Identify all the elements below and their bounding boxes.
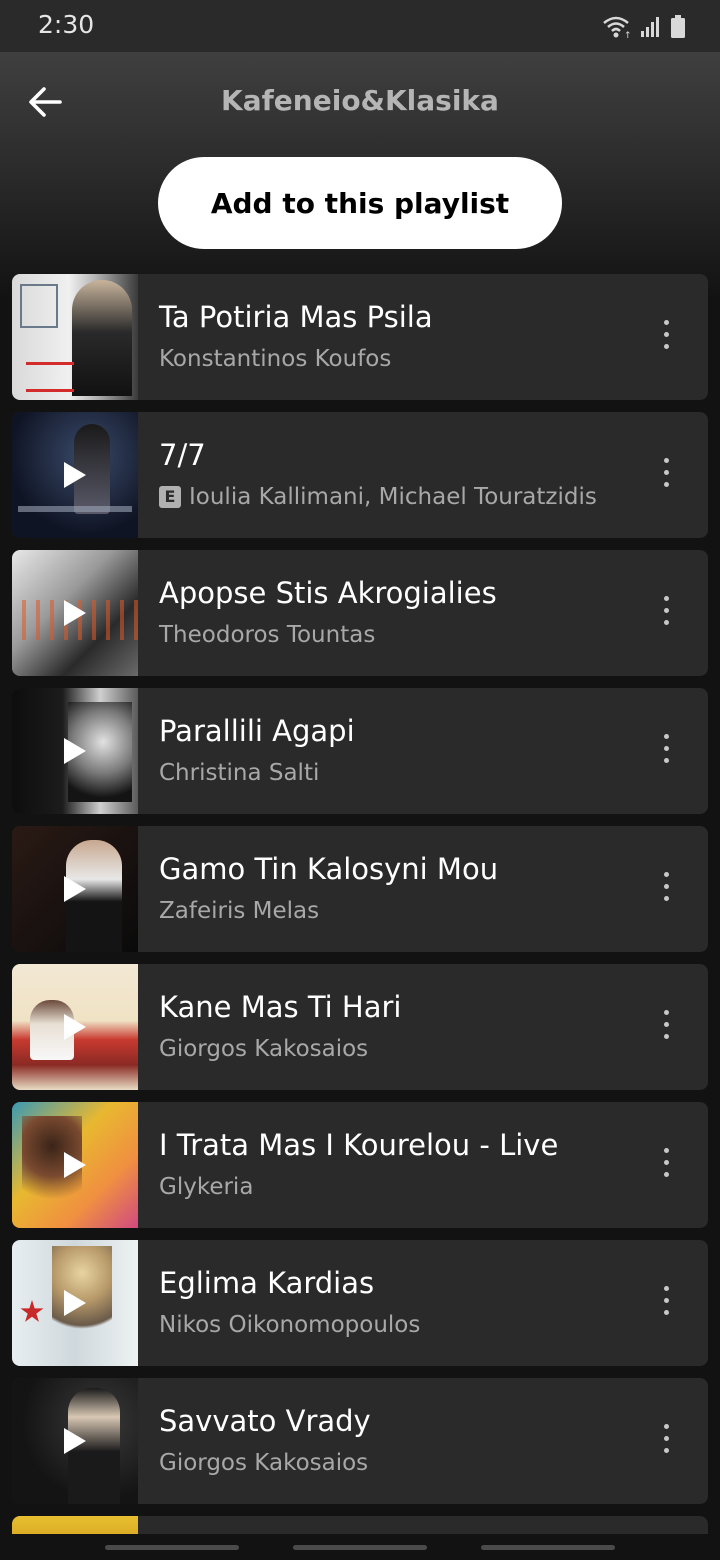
- artist-name: Nikos Oikonomopoulos: [159, 1312, 421, 1338]
- add-to-playlist-button[interactable]: Add to this playlist: [158, 157, 562, 249]
- more-options-icon[interactable]: [654, 1148, 678, 1182]
- artist-name: Konstantinos Koufos: [159, 346, 392, 372]
- more-options-icon[interactable]: [654, 458, 678, 492]
- signal-icon: [641, 17, 659, 37]
- song-artist: Christina Salti: [159, 760, 319, 786]
- artist-name: Ioulia Kallimani, Michael Touratzidis: [189, 484, 597, 510]
- song-row[interactable]: Ta Potiria Mas Psila Konstantinos Koufos: [12, 274, 708, 400]
- song-artist: Nikos Oikonomopoulos: [159, 1312, 420, 1338]
- album-art: [12, 826, 138, 952]
- album-art: [12, 964, 138, 1090]
- play-icon: [64, 876, 86, 902]
- more-options-icon[interactable]: [654, 1286, 678, 1320]
- song-artist: Glykeria: [159, 1174, 253, 1200]
- song-row[interactable]: Savvato Vrady Giorgos Kakosaios: [12, 1378, 708, 1504]
- song-row[interactable]: Parallili Agapi Christina Salti: [12, 688, 708, 814]
- song-title: Parallili Agapi: [159, 714, 355, 748]
- album-art: [12, 688, 138, 814]
- album-art: [12, 412, 138, 538]
- song-row[interactable]: Kane Mas Ti Hari Giorgos Kakosaios: [12, 964, 708, 1090]
- song-row[interactable]: Apopse Stis Akrogialies Theodoros Tounta…: [12, 550, 708, 676]
- song-row[interactable]: Eglima Kardias Nikos Oikonomopoulos: [12, 1240, 708, 1366]
- album-art: [12, 274, 138, 400]
- song-title: Kane Mas Ti Hari: [159, 990, 402, 1024]
- play-icon: [64, 1014, 86, 1040]
- more-options-icon[interactable]: [654, 1424, 678, 1458]
- artist-name: Theodoros Tountas: [159, 622, 376, 648]
- more-options-icon[interactable]: [654, 320, 678, 354]
- song-artist: Zafeiris Melas: [159, 898, 319, 924]
- song-row[interactable]: I Trata Mas I Kourelou - Live Glykeria: [12, 1102, 708, 1228]
- play-icon: [64, 1428, 86, 1454]
- song-title: Savvato Vrady: [159, 1404, 371, 1438]
- play-icon: [64, 738, 86, 764]
- nav-home[interactable]: [293, 1545, 427, 1550]
- svg-text:↑: ↑: [624, 31, 632, 39]
- status-time: 2:30: [38, 10, 95, 39]
- song-title: Ta Potiria Mas Psila: [159, 300, 433, 334]
- song-artist: Giorgos Kakosaios: [159, 1036, 368, 1062]
- nav-back[interactable]: [481, 1545, 615, 1550]
- more-options-icon[interactable]: [654, 872, 678, 906]
- album-art: [12, 550, 138, 676]
- song-artist: Theodoros Tountas: [159, 622, 375, 648]
- artist-name: Zafeiris Melas: [159, 898, 320, 924]
- artist-name: Christina Salti: [159, 760, 320, 786]
- song-artist: Konstantinos Koufos: [159, 346, 391, 372]
- artist-name: Glykeria: [159, 1174, 254, 1200]
- song-title: 7/7: [159, 438, 206, 472]
- song-artist: Giorgos Kakosaios: [159, 1450, 368, 1476]
- album-art: [12, 1378, 138, 1504]
- album-art: [12, 1240, 138, 1366]
- song-row[interactable]: Gamo Tin Kalosyni Mou Zafeiris Melas: [12, 826, 708, 952]
- more-options-icon[interactable]: [654, 734, 678, 768]
- song-title: I Trata Mas I Kourelou - Live: [159, 1128, 559, 1162]
- top-app-bar: Kafeneio&Klasika: [0, 52, 720, 152]
- album-art: [12, 1102, 138, 1228]
- song-artist: E Ioulia Kallimani, Michael Touratzidis: [159, 484, 597, 510]
- play-icon: [64, 1152, 86, 1178]
- play-icon: [64, 600, 86, 626]
- status-icons: ↑: [602, 14, 686, 40]
- more-options-icon[interactable]: [654, 596, 678, 630]
- wifi-icon: ↑: [603, 16, 632, 39]
- artist-name: Giorgos Kakosaios: [159, 1450, 369, 1476]
- song-title: Eglima Kardias: [159, 1266, 375, 1300]
- song-row[interactable]: 7/7 E Ioulia Kallimani, Michael Touratzid…: [12, 412, 708, 538]
- playlist-title: Kafeneio&Klasika: [221, 84, 499, 117]
- nav-recents[interactable]: [105, 1545, 239, 1550]
- artist-name: Giorgos Kakosaios: [159, 1036, 369, 1062]
- explicit-badge: E: [159, 486, 181, 508]
- more-options-icon[interactable]: [654, 1010, 678, 1044]
- play-icon: [64, 462, 86, 488]
- status-bar: 2:30 ↑: [0, 0, 720, 52]
- song-title: Apopse Stis Akrogialies: [159, 576, 497, 610]
- play-icon: [64, 1290, 86, 1316]
- battery-icon: [671, 15, 685, 38]
- song-list: Ta Potiria Mas Psila Konstantinos Koufos…: [12, 274, 708, 1516]
- system-nav-bar: [0, 1534, 720, 1560]
- song-title: Gamo Tin Kalosyni Mou: [159, 852, 499, 886]
